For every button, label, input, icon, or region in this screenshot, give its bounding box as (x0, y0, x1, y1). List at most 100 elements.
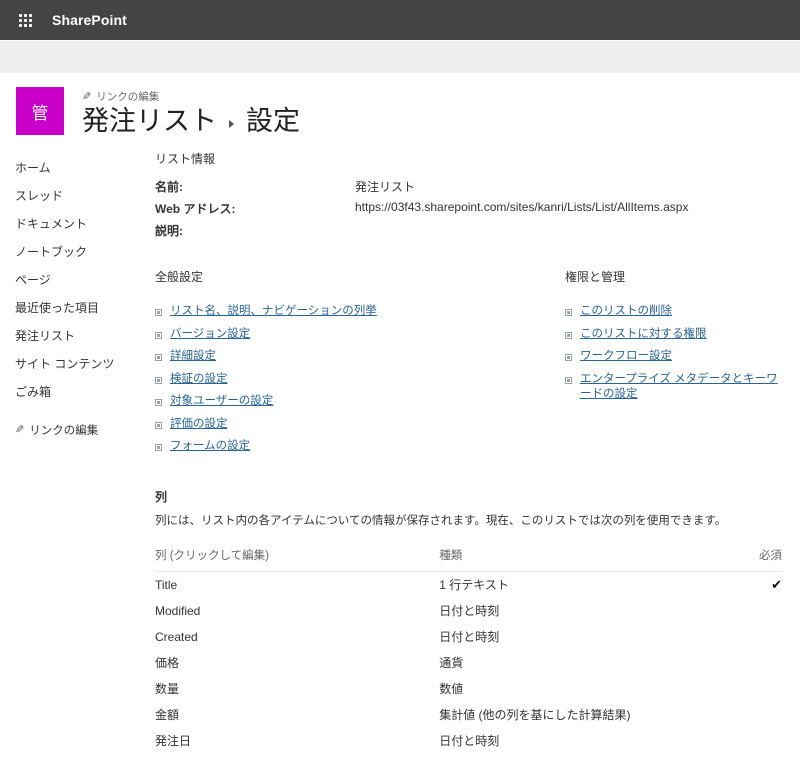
bullet-square-icon (155, 332, 162, 339)
general-link-rating-label[interactable]: 評価の設定 (170, 417, 228, 433)
column-required-cell: ✔ (728, 571, 782, 598)
general-link-form[interactable]: フォームの設定 (155, 436, 565, 459)
suite-header-bar: SharePoint (0, 0, 800, 40)
breadcrumb-separator-icon (229, 120, 234, 128)
column-required-cell (728, 650, 782, 676)
perm-link-list-permissions-label[interactable]: このリストに対する権限 (580, 327, 707, 343)
sidebar-item-home[interactable]: ホーム (15, 154, 155, 182)
bullet-square-icon (565, 332, 572, 339)
column-name-link[interactable]: 価格 (155, 656, 179, 670)
column-name-link[interactable]: Title (155, 578, 177, 592)
site-logo-tile[interactable]: 管 (16, 87, 64, 135)
main-content: リスト情報 名前: 発注リスト Web アドレス: https://03f43.… (155, 150, 800, 757)
table-row: 価格 通貨 (155, 650, 782, 676)
general-link-form-label[interactable]: フォームの設定 (170, 439, 250, 455)
column-name-cell[interactable]: 納期 (155, 754, 439, 757)
general-link-audience-label[interactable]: 対象ユーザーの設定 (170, 394, 273, 410)
sidebar-item-site-contents[interactable]: サイト コンテンツ (15, 350, 155, 378)
column-required-cell (728, 702, 782, 728)
column-name-cell[interactable]: Title (155, 571, 439, 598)
general-link-rating[interactable]: 評価の設定 (155, 413, 565, 436)
column-name-cell[interactable]: Created (155, 624, 439, 650)
perm-link-workflow-settings-label[interactable]: ワークフロー設定 (580, 349, 672, 365)
general-link-versioning[interactable]: バージョン設定 (155, 323, 565, 346)
list-info-value-weburl: https://03f43.sharepoint.com/sites/kanri… (355, 198, 782, 220)
sidebar-item-pages[interactable]: ページ (15, 266, 155, 294)
sidebar-item-threads[interactable]: スレッド (15, 182, 155, 210)
column-name-link[interactable]: 数量 (155, 682, 179, 696)
column-name-link[interactable]: 発注日 (155, 734, 191, 748)
bullet-square-icon (155, 354, 162, 361)
columns-heading: 列 (155, 488, 782, 505)
sidebar-item-notebook[interactable]: ノートブック (15, 238, 155, 266)
breadcrumb-parent[interactable]: 発注リスト (82, 106, 217, 138)
columns-header-required: 必須 (728, 544, 782, 572)
list-info-label-description: 説明: (155, 220, 355, 242)
bullet-square-icon (155, 377, 162, 384)
bullet-square-icon (565, 354, 572, 361)
column-name-cell[interactable]: 金額 (155, 702, 439, 728)
column-type-cell: 日付と時刻 (439, 624, 728, 650)
app-launcher-icon[interactable] (8, 0, 42, 40)
list-info-label-weburl: Web アドレス: (155, 198, 355, 220)
general-link-versioning-label[interactable]: バージョン設定 (170, 327, 250, 343)
column-name-cell[interactable]: Modified (155, 598, 439, 624)
columns-table-body: Title 1 行テキスト ✔ Modified 日付と時刻 Created 日… (155, 571, 782, 757)
general-link-audience[interactable]: 対象ユーザーの設定 (155, 391, 565, 414)
columns-table: 列 (クリックして編集) 種類 必須 Title 1 行テキスト ✔ Modif… (155, 544, 782, 757)
column-name-link[interactable]: 金額 (155, 708, 179, 722)
sidebar-edit-links-button[interactable]: ✎ リンクの編集 (15, 422, 155, 438)
bullet-square-icon (155, 422, 162, 429)
columns-description: 列には、リスト内の各アイテムについての情報が保存されます。現在、このリストでは次… (155, 513, 782, 529)
column-name-cell[interactable]: 価格 (155, 650, 439, 676)
page-title: 発注リスト 設定 (82, 106, 300, 138)
pencil-icon: ✎ (82, 90, 91, 103)
sidebar-item-order-list[interactable]: 発注リスト (15, 322, 155, 350)
perm-link-delete-list[interactable]: このリストの削除 (565, 301, 782, 324)
general-settings-column: 全般設定 リスト名、説明、ナビゲーションの列挙 バージョン設定 詳細設定 検証の… (155, 268, 565, 459)
bullet-square-icon (155, 399, 162, 406)
general-link-advanced[interactable]: 詳細設定 (155, 346, 565, 369)
column-type-cell: 通貨 (439, 650, 728, 676)
perm-link-delete-list-label[interactable]: このリストの削除 (580, 304, 672, 320)
perm-link-enterprise-metadata[interactable]: エンタープライズ メタデータとキーワードの設定 (565, 368, 782, 406)
column-required-cell (728, 676, 782, 702)
columns-header-name: 列 (クリックして編集) (155, 544, 439, 572)
general-link-validation-label[interactable]: 検証の設定 (170, 372, 228, 388)
page-header-text: ✎ リンクの編集 発注リスト 設定 (82, 87, 300, 138)
sharepoint-brand-link[interactable]: SharePoint (52, 12, 127, 28)
column-name-cell[interactable]: 発注日 (155, 728, 439, 754)
app-launcher-grid (19, 14, 32, 27)
breadcrumb-current: 設定 (246, 106, 300, 138)
general-link-list-name-label[interactable]: リスト名、説明、ナビゲーションの列挙 (170, 304, 377, 320)
sidebar-item-recent[interactable]: 最近使った項目 (15, 294, 155, 322)
column-required-cell (728, 754, 782, 757)
list-info-value-description (355, 220, 782, 242)
list-info-table: 名前: 発注リスト Web アドレス: https://03f43.sharep… (155, 176, 782, 242)
permissions-management-title: 権限と管理 (565, 268, 782, 285)
general-link-list-name[interactable]: リスト名、説明、ナビゲーションの列挙 (155, 301, 565, 324)
perm-link-enterprise-metadata-label[interactable]: エンタープライズ メタデータとキーワードの設定 (580, 372, 782, 403)
left-navigation: ホーム スレッド ドキュメント ノートブック ページ 最近使った項目 発注リスト… (0, 150, 155, 757)
column-required-cell (728, 728, 782, 754)
column-name-link[interactable]: Modified (155, 604, 200, 618)
table-row: Title 1 行テキスト ✔ (155, 571, 782, 598)
column-type-cell: 集計値 (他の列を基にした計算結果) (439, 754, 728, 757)
sidebar-item-documents[interactable]: ドキュメント (15, 210, 155, 238)
pencil-icon: ✎ (15, 423, 24, 436)
edit-links-top-button[interactable]: ✎ リンクの編集 (82, 89, 300, 104)
page-body: ホーム スレッド ドキュメント ノートブック ページ 最近使った項目 発注リスト… (0, 138, 800, 757)
column-name-link[interactable]: Created (155, 630, 198, 644)
sidebar-item-recycle-bin[interactable]: ごみ箱 (15, 378, 155, 406)
columns-section: 列 列には、リスト内の各アイテムについての情報が保存されます。現在、このリストで… (155, 488, 782, 757)
general-link-validation[interactable]: 検証の設定 (155, 368, 565, 391)
column-name-cell[interactable]: 数量 (155, 676, 439, 702)
perm-link-workflow-settings[interactable]: ワークフロー設定 (565, 346, 782, 369)
table-row: Created 日付と時刻 (155, 624, 782, 650)
suite-sub-band (0, 40, 800, 73)
list-info-row-description: 説明: (155, 220, 782, 242)
column-type-cell: 集計値 (他の列を基にした計算結果) (439, 702, 728, 728)
perm-link-list-permissions[interactable]: このリストに対する権限 (565, 323, 782, 346)
general-link-advanced-label[interactable]: 詳細設定 (170, 349, 216, 365)
list-info-row-name: 名前: 発注リスト (155, 176, 782, 198)
